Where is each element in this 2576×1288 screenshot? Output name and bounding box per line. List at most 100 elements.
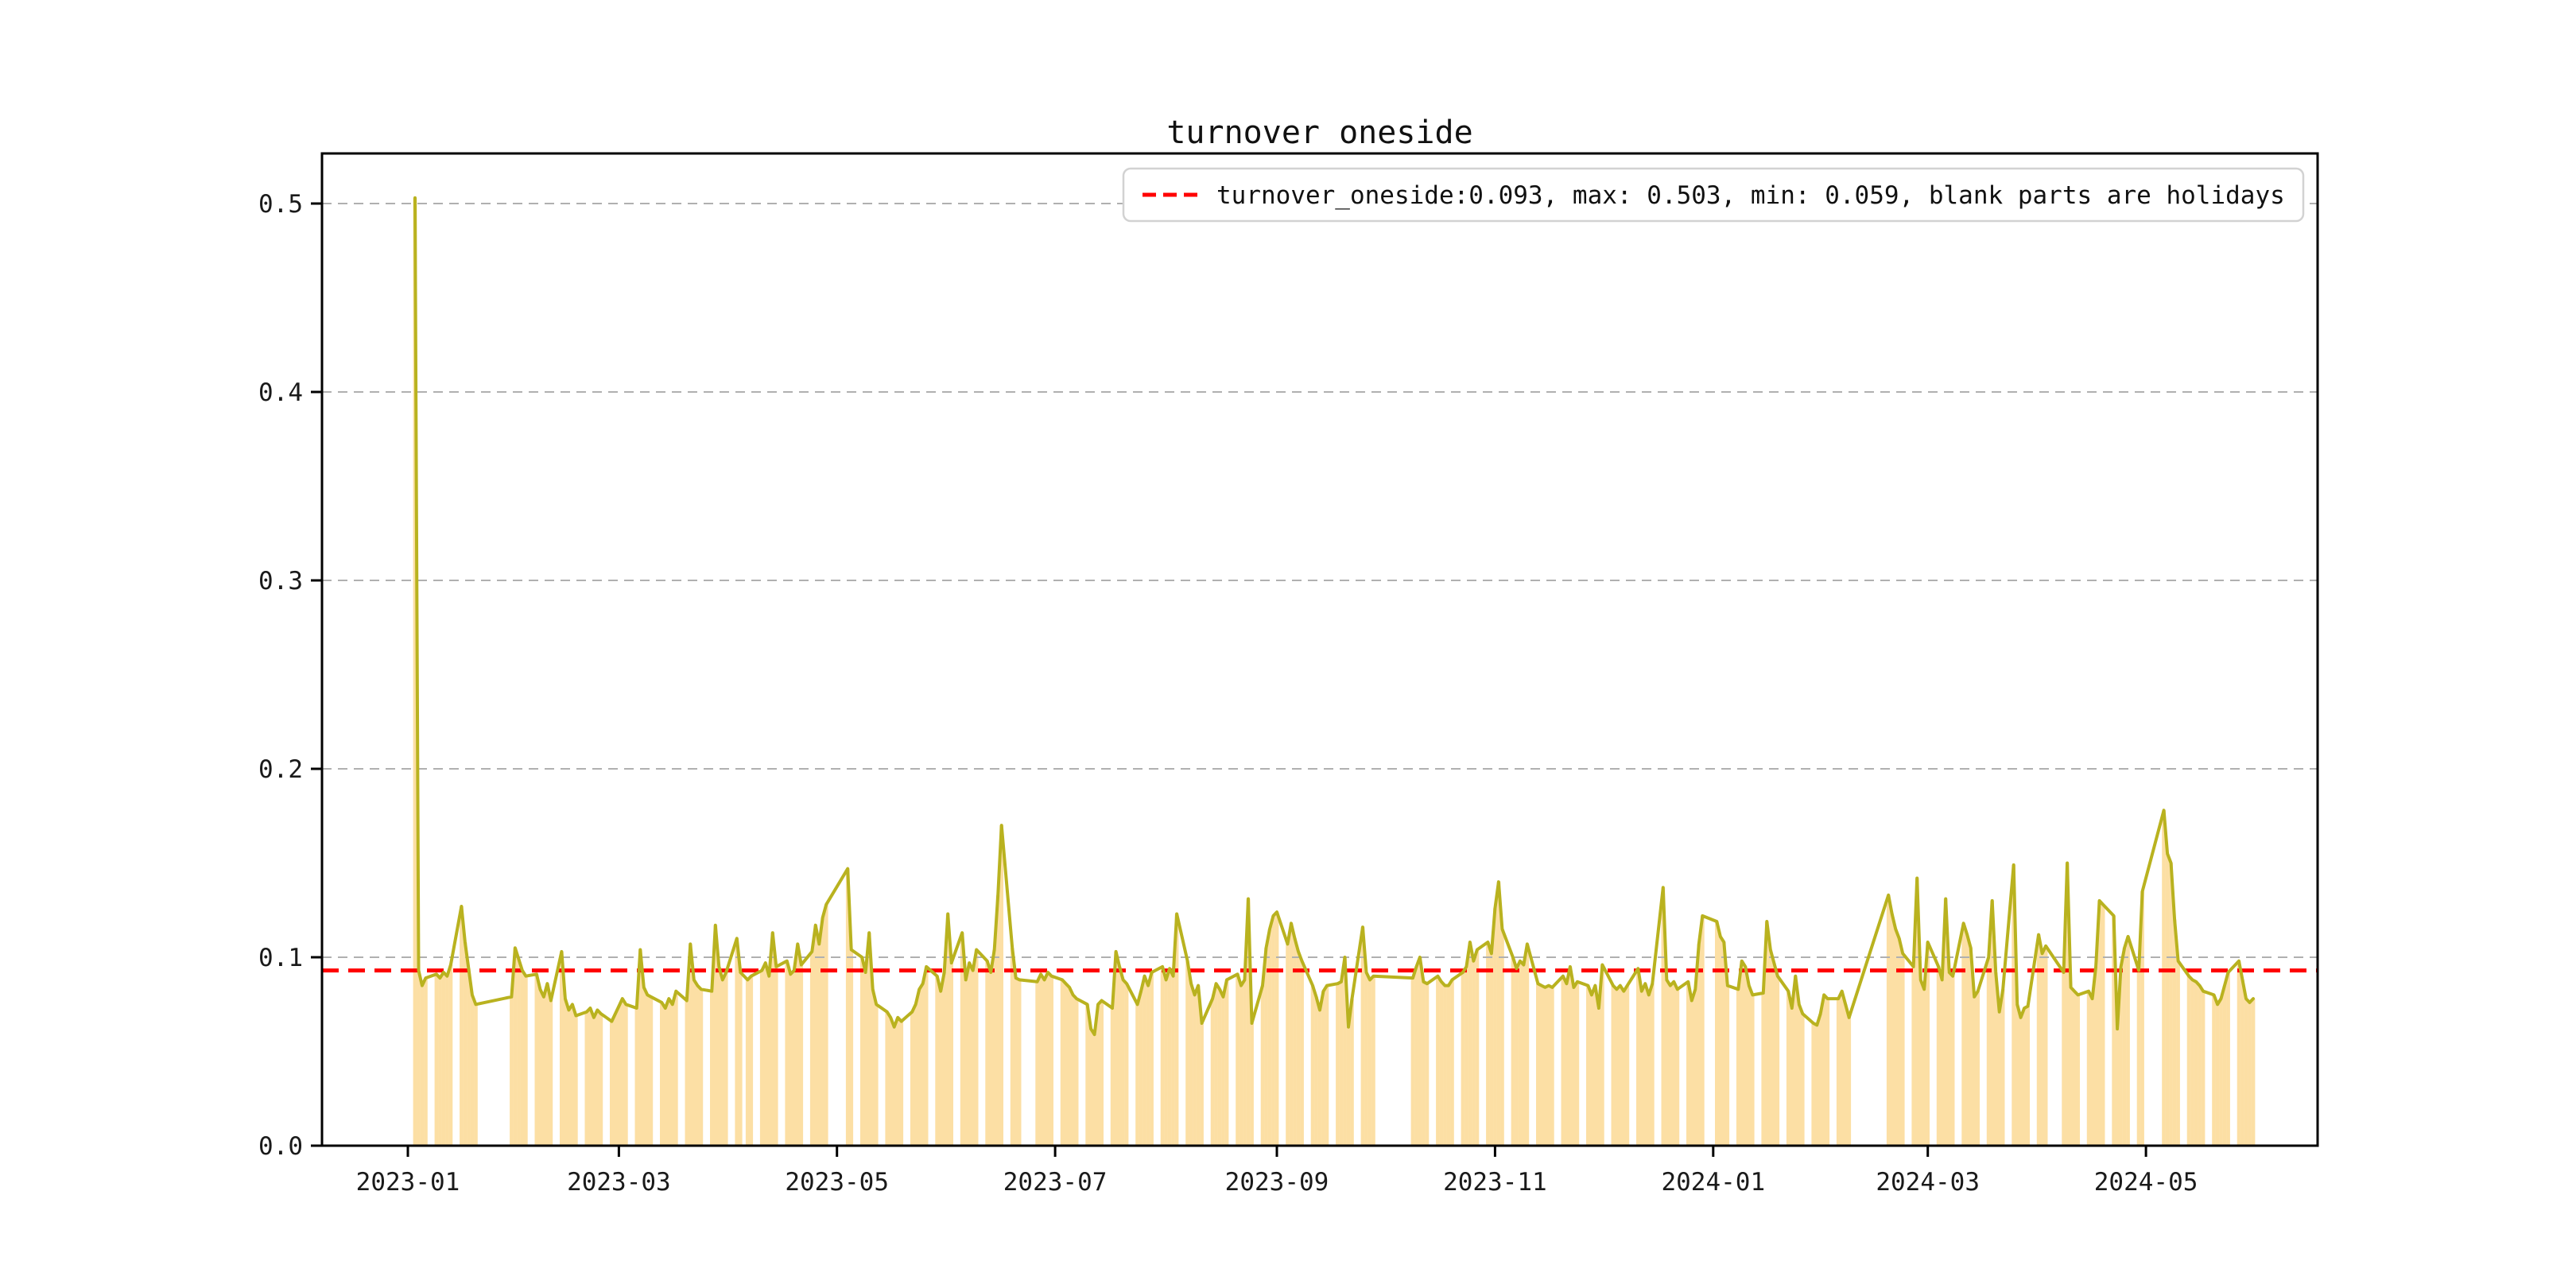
daily-turnover-bar bbox=[1890, 914, 1895, 1146]
daily-turnover-bar bbox=[524, 976, 528, 1146]
daily-turnover-bar bbox=[1461, 972, 1465, 1146]
x-tick-label: 2023-05 bbox=[785, 1168, 889, 1197]
y-tick-label: 0.4 bbox=[258, 378, 303, 407]
daily-turnover-bar bbox=[1267, 929, 1272, 1146]
daily-turnover-bar bbox=[1414, 966, 1418, 1146]
x-tick-label: 2023-07 bbox=[1003, 1168, 1108, 1197]
daily-turnover-bar bbox=[2244, 999, 2248, 1146]
daily-turnover-bar bbox=[567, 1010, 571, 1146]
daily-turnover-bar bbox=[1615, 989, 1619, 1146]
daily-turnover-bar bbox=[1586, 985, 1590, 1146]
daily-turnover-bar bbox=[785, 960, 789, 1146]
chart-title: turnover oneside bbox=[1166, 114, 1472, 151]
daily-turnover-bar bbox=[1840, 991, 1845, 1146]
daily-turnover-bar bbox=[1110, 1008, 1115, 1146]
daily-turnover-bar bbox=[685, 1000, 689, 1146]
daily-turnover-bar bbox=[574, 1015, 578, 1146]
daily-turnover-bar bbox=[1515, 968, 1519, 1146]
daily-turnover-bar bbox=[1797, 1004, 1802, 1146]
daily-turnover-bar bbox=[438, 978, 442, 1146]
daily-turnover-bar bbox=[1124, 983, 1129, 1146]
daily-turnover-bar bbox=[1750, 995, 1755, 1146]
daily-turnover-bar bbox=[1049, 976, 1053, 1146]
daily-turnover-bar bbox=[1965, 934, 1969, 1146]
daily-turnover-bar bbox=[766, 976, 771, 1146]
daily-turnover-bar bbox=[646, 995, 650, 1146]
daily-turnover-bar bbox=[448, 964, 453, 1146]
daily-turnover-bar bbox=[899, 1021, 904, 1146]
daily-turnover-bar bbox=[1171, 976, 1175, 1146]
daily-turnover-bar bbox=[824, 904, 828, 1146]
daily-turnover-bar bbox=[1715, 921, 1719, 1146]
daily-turnover-bar bbox=[1496, 882, 1501, 1146]
daily-turnover-bar bbox=[1825, 999, 1830, 1146]
daily-turnover-bar bbox=[2086, 991, 2091, 1146]
daily-turnover-bar bbox=[534, 974, 539, 1146]
daily-turnover-bar bbox=[1164, 980, 1168, 1146]
daily-turnover-bar bbox=[964, 980, 968, 1146]
daily-turnover-bar bbox=[910, 1011, 914, 1146]
daily-turnover-bar bbox=[1589, 995, 1594, 1146]
x-tick-label: 2023-11 bbox=[1443, 1168, 1547, 1197]
daily-turnover-bar bbox=[642, 987, 646, 1146]
daily-turnover-bar bbox=[1800, 1014, 1805, 1146]
daily-turnover-bar bbox=[1811, 1023, 1816, 1146]
daily-turnover-bar bbox=[541, 996, 546, 1146]
daily-turnover-bar bbox=[517, 959, 521, 1146]
daily-turnover-bar bbox=[1422, 981, 1426, 1146]
daily-turnover-bar bbox=[745, 980, 750, 1146]
daily-turnover-bar bbox=[1071, 995, 1075, 1146]
daily-turnover-bar bbox=[1150, 972, 1154, 1146]
daily-turnover-bar bbox=[1786, 991, 1790, 1146]
daily-turnover-bar bbox=[467, 968, 471, 1146]
daily-turnover-bar bbox=[434, 974, 439, 1146]
daily-turnover-bar bbox=[510, 996, 514, 1146]
daily-turnover-bar bbox=[610, 1021, 614, 1146]
daily-turnover-bar bbox=[1224, 980, 1229, 1146]
daily-turnover-bar bbox=[2101, 904, 2105, 1146]
daily-turnover-bar bbox=[1468, 942, 1472, 1146]
daily-turnover-bar bbox=[1321, 991, 1325, 1146]
daily-turnover-bar bbox=[2136, 970, 2141, 1146]
daily-turnover-bar bbox=[1489, 953, 1494, 1146]
daily-turnover-bar bbox=[1947, 972, 1951, 1146]
daily-turnover-bar bbox=[2222, 985, 2227, 1146]
daily-turnover-bar bbox=[1200, 1023, 1204, 1146]
daily-turnover-bar bbox=[974, 949, 979, 1146]
daily-turnover-bar bbox=[1976, 991, 1980, 1146]
daily-turnover-bar bbox=[2237, 960, 2241, 1146]
daily-turnover-bar bbox=[1217, 989, 1222, 1146]
daily-turnover-bar bbox=[1743, 966, 1748, 1146]
daily-turnover-bar bbox=[1243, 980, 1247, 1146]
daily-turnover-bar bbox=[1271, 915, 1275, 1146]
daily-turnover-bar bbox=[2219, 999, 2223, 1146]
daily-turnover-bar bbox=[1997, 1011, 2001, 1146]
daily-turnover-bar bbox=[2226, 972, 2230, 1146]
daily-turnover-bar bbox=[1336, 983, 1340, 1146]
daily-turnover-bar bbox=[596, 1010, 599, 1146]
daily-turnover-bar bbox=[988, 972, 993, 1146]
daily-turnover-bar bbox=[2115, 1029, 2120, 1146]
daily-turnover-bar bbox=[420, 985, 425, 1146]
daily-turnover-bar bbox=[892, 1026, 897, 1146]
daily-turnover-bar bbox=[2198, 985, 2202, 1146]
daily-turnover-bar bbox=[2090, 999, 2094, 1146]
daily-turnover-bar bbox=[1636, 968, 1640, 1146]
daily-turnover-bar bbox=[888, 1017, 893, 1146]
daily-turnover-bar bbox=[424, 978, 428, 1146]
daily-turnover-bar bbox=[1565, 983, 1569, 1146]
daily-turnover-bar bbox=[1972, 996, 1977, 1146]
daily-turnover-bar bbox=[1300, 960, 1304, 1146]
daily-turnover-bar bbox=[1160, 966, 1165, 1146]
x-tick-label: 2024-01 bbox=[1661, 1168, 1765, 1197]
daily-turnover-bar bbox=[817, 944, 821, 1146]
daily-turnover-bar bbox=[859, 957, 864, 1146]
daily-turnover-bar bbox=[1092, 1034, 1096, 1146]
daily-turnover-bar bbox=[2186, 976, 2191, 1146]
daily-turnover-bar bbox=[1768, 949, 1773, 1146]
daily-turnover-bar bbox=[570, 1004, 575, 1146]
daily-turnover-bar bbox=[1450, 980, 1454, 1146]
daily-turnover-bar bbox=[1221, 996, 1225, 1146]
daily-turnover-bar bbox=[1210, 999, 1215, 1146]
x-tick-label: 2023-01 bbox=[356, 1168, 460, 1197]
